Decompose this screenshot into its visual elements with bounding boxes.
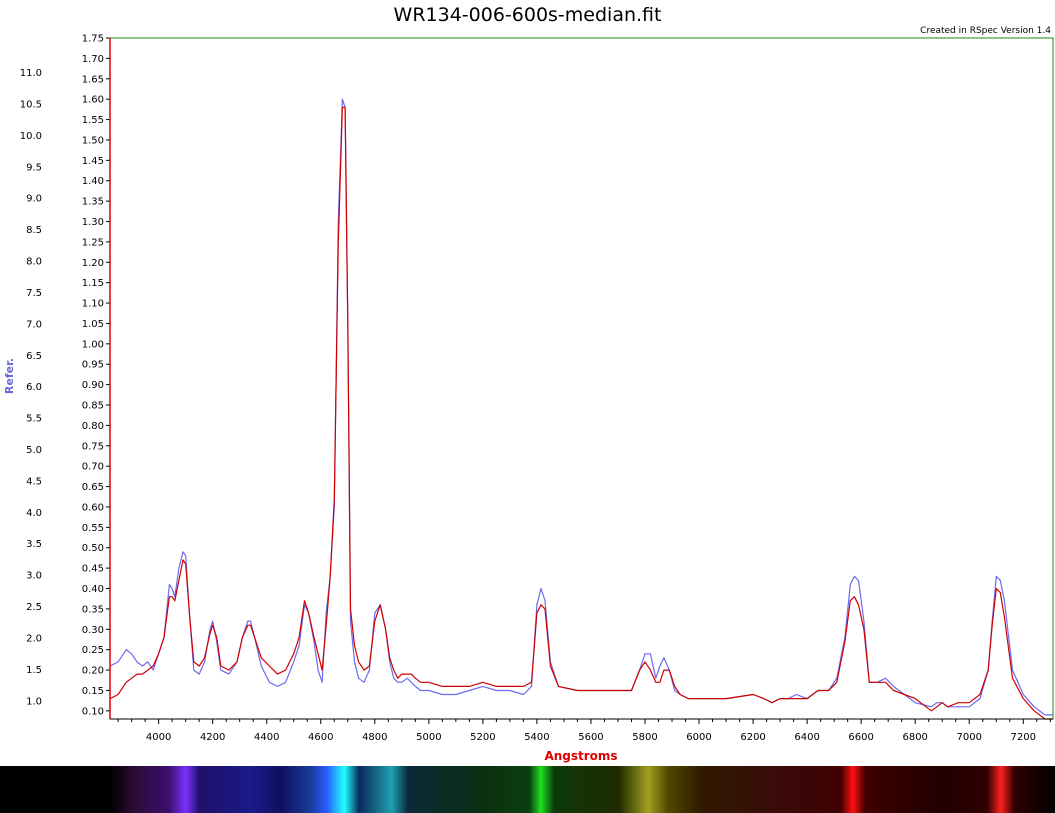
- y-tick-label: 1.15: [82, 278, 104, 289]
- x-axis-title: Angstroms: [544, 749, 617, 763]
- y-tick-label: 0.40: [82, 584, 104, 595]
- x-tick-label: 6800: [902, 732, 927, 743]
- secondary-y-axis: 1.0 1.5 2.0 2.5 3.0 3.5 4.0 4.5 5.0 5.5 6.0 6.5 7.0 7…: [20, 68, 42, 707]
- reference-series-line: [109, 98, 1053, 716]
- y-tick-label: 1.65: [82, 74, 104, 85]
- y2-tick-label: 6.0: [26, 382, 42, 393]
- primary-y-axis: 0.10 0.15 0.20 0.25 0.30 0.35 0.40 0.45 0.50 0.55…: [82, 34, 110, 717]
- x-tick-label: 4000: [146, 732, 171, 743]
- y-tick-label: 1.45: [82, 156, 104, 167]
- y2-tick-label: 11.0: [20, 68, 42, 79]
- y2-tick-label: 2.0: [26, 633, 42, 644]
- y-tick-label: 1.50: [82, 135, 104, 146]
- y-tick-label: 0.20: [82, 666, 104, 677]
- y-tick-label: 0.90: [82, 380, 104, 391]
- y2-tick-label: 7.0: [26, 319, 42, 330]
- y2-tick-label: 3.5: [26, 539, 42, 550]
- y-tick-label: 0.65: [82, 482, 104, 493]
- y-tick-label: 1.05: [82, 319, 104, 330]
- y-tick-label: 0.85: [82, 401, 104, 412]
- y-tick-label: 1.35: [82, 197, 104, 208]
- x-tick-label: 6600: [848, 732, 873, 743]
- spectrum-plot[interactable]: 1.0 1.5 2.0 2.5 3.0 3.5 4.0 4.5 5.0 5.5 6.0 6.5 7.0 7…: [0, 0, 1055, 813]
- y-tick-label: 0.70: [82, 462, 104, 473]
- x-tick-label: 5400: [524, 732, 549, 743]
- y2-tick-label: 6.5: [26, 351, 42, 362]
- y-tick-label: 1.60: [82, 95, 104, 106]
- x-tick-label: 4400: [254, 732, 279, 743]
- y-tick-label: 1.10: [82, 299, 104, 310]
- x-tick-label: 7000: [957, 732, 982, 743]
- y2-tick-label: 5.5: [26, 414, 42, 425]
- x-tick-label: 5200: [470, 732, 495, 743]
- y-tick-label: 1.75: [82, 34, 104, 45]
- x-axis: 4000 4200 4400 4600 4800 5000 5200 5400 5600 5800…: [117, 719, 1051, 743]
- y-axis-title: Refer.: [3, 358, 16, 394]
- y-tick-label: 1.40: [82, 176, 104, 187]
- y2-tick-label: 10.5: [20, 99, 42, 110]
- y-tick-label: 1.55: [82, 115, 104, 126]
- y-tick-label: 1.70: [82, 54, 104, 65]
- y-tick-label: 0.10: [82, 706, 104, 717]
- y-tick-label: 0.95: [82, 360, 104, 371]
- spectrum-series-line: [109, 106, 1053, 720]
- y-tick-label: 0.25: [82, 645, 104, 656]
- x-tick-label: 5800: [632, 732, 657, 743]
- x-tick-label: 6400: [794, 732, 819, 743]
- y2-tick-label: 5.0: [26, 445, 42, 456]
- x-tick-label: 4200: [200, 732, 225, 743]
- y-tick-label: 0.75: [82, 441, 104, 452]
- y-tick-label: 0.45: [82, 564, 104, 575]
- series-layer: [109, 98, 1053, 720]
- y2-tick-label: 4.0: [26, 508, 42, 519]
- y-tick-label: 0.15: [82, 686, 104, 697]
- x-tick-label: 6200: [740, 732, 765, 743]
- y2-tick-label: 9.5: [26, 162, 42, 173]
- x-tick-label: 5000: [416, 732, 441, 743]
- y-tick-label: 1.00: [82, 339, 104, 350]
- spectrum-strip: [110, 766, 1055, 813]
- y-tick-label: 0.50: [82, 543, 104, 554]
- y-tick-label: 1.25: [82, 237, 104, 248]
- y-tick-label: 0.35: [82, 604, 104, 615]
- plot-border: [109, 37, 1054, 720]
- y-tick-label: 1.20: [82, 258, 104, 269]
- y2-tick-label: 1.0: [26, 696, 42, 707]
- y2-tick-label: 7.5: [26, 288, 42, 299]
- y-tick-label: 0.80: [82, 421, 104, 432]
- y-tick-label: 0.60: [82, 502, 104, 513]
- y-tick-label: 0.55: [82, 523, 104, 534]
- y2-tick-label: 1.5: [26, 665, 42, 676]
- y2-tick-label: 2.5: [26, 602, 42, 613]
- x-tick-label: 7200: [1011, 732, 1036, 743]
- y2-tick-label: 8.0: [26, 257, 42, 268]
- x-tick-label: 4800: [362, 732, 387, 743]
- y2-tick-label: 3.0: [26, 571, 42, 582]
- y2-tick-label: 9.0: [26, 194, 42, 205]
- y2-tick-label: 8.5: [26, 225, 42, 236]
- x-tick-label: 6000: [686, 732, 711, 743]
- x-tick-label: 5600: [578, 732, 603, 743]
- y2-tick-label: 4.5: [26, 476, 42, 487]
- y2-tick-label: 10.0: [20, 131, 42, 142]
- y-tick-label: 1.30: [82, 217, 104, 228]
- x-tick-label: 4600: [308, 732, 333, 743]
- y-tick-label: 0.30: [82, 625, 104, 636]
